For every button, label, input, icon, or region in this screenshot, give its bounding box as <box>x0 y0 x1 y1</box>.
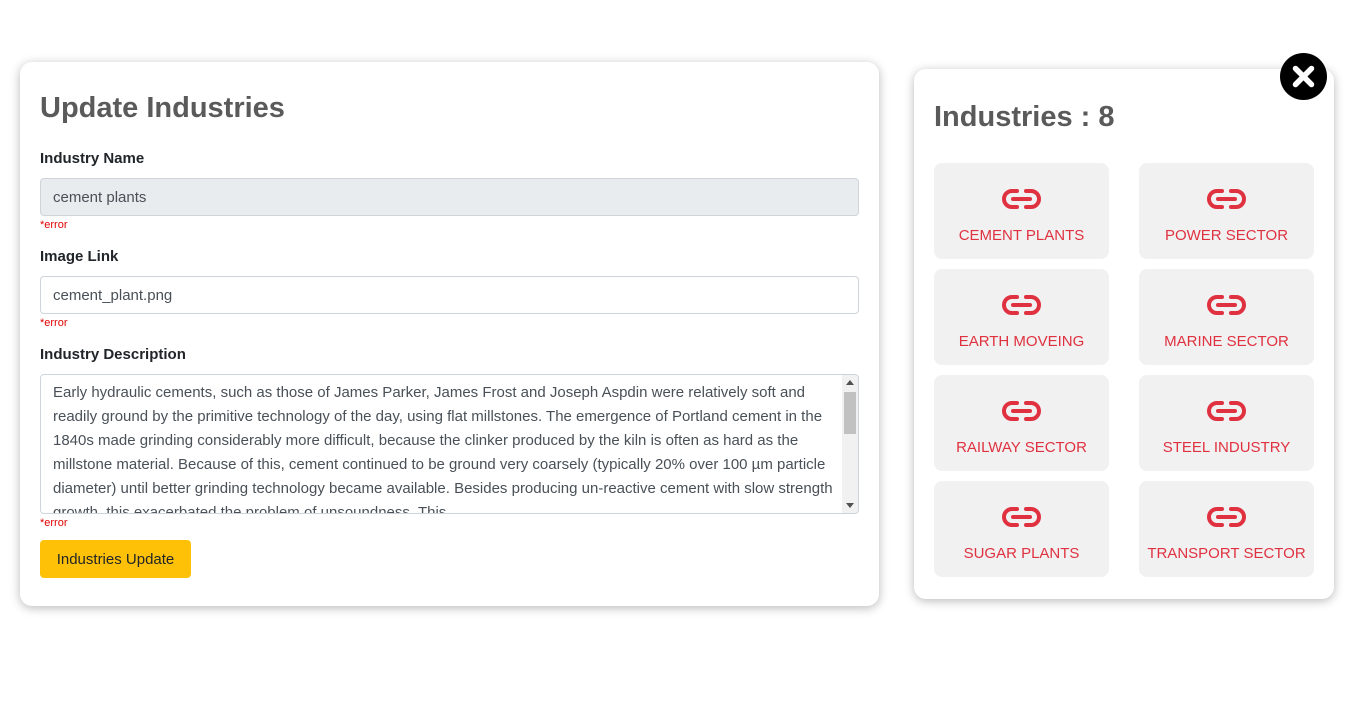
scroll-down-icon[interactable] <box>846 503 854 508</box>
industry-tile-sugar-plants[interactable]: SUGAR PLANTS <box>934 481 1109 577</box>
industry-description-field[interactable]: Early hydraulic cements, such as those o… <box>40 374 859 514</box>
form-title: Update Industries <box>40 92 285 124</box>
industries-count-heading: Industries : 8 <box>934 101 1115 133</box>
industry-name-field[interactable] <box>40 178 859 216</box>
industry-tile-cement-plants[interactable]: CEMENT PLANTS <box>934 163 1109 259</box>
industries-update-button[interactable]: Industries Update <box>40 540 191 578</box>
industry-tile-label: CEMENT PLANTS <box>958 227 1085 244</box>
link-icon <box>1207 189 1246 209</box>
industry-tile-railway-sector[interactable]: RAILWAY SECTOR <box>934 375 1109 471</box>
image-link-error: *error <box>40 317 68 329</box>
update-industry-form: Update Industries Industry Name *error I… <box>20 62 879 606</box>
industry-tile-label: TRANSPORT SECTOR <box>1147 545 1306 562</box>
industry-tile-label: STEEL INDUSTRY <box>1162 439 1291 456</box>
scroll-up-icon[interactable] <box>846 380 854 385</box>
industry-tile-label: MARINE SECTOR <box>1164 333 1289 350</box>
link-icon <box>1207 295 1246 315</box>
link-icon <box>1002 401 1041 421</box>
industry-tile-transport-sector[interactable]: TRANSPORT SECTOR <box>1139 481 1314 577</box>
industry-tile-marine-sector[interactable]: MARINE SECTOR <box>1139 269 1314 365</box>
industry-description-text: Early hydraulic cements, such as those o… <box>53 384 833 514</box>
link-icon <box>1002 189 1041 209</box>
industry-name-label: Industry Name <box>40 150 145 167</box>
industry-tile-steel-industry[interactable]: STEEL INDUSTRY <box>1139 375 1314 471</box>
industry-tile-power-sector[interactable]: POWER SECTOR <box>1139 163 1314 259</box>
industry-tile-label: POWER SECTOR <box>1164 227 1289 244</box>
industries-panel: Industries : 8 CEMENT PLANTS POWER SECTOR… <box>914 69 1334 599</box>
close-icon <box>1292 65 1315 88</box>
image-link-field[interactable] <box>40 276 859 314</box>
industry-tile-earth-moveing[interactable]: EARTH MOVEING <box>934 269 1109 365</box>
scroll-thumb[interactable] <box>844 392 856 434</box>
industry-name-error: *error <box>40 219 68 231</box>
industry-tile-label: EARTH MOVEING <box>958 333 1085 350</box>
link-icon <box>1002 507 1041 527</box>
industry-tile-label: RAILWAY SECTOR <box>956 439 1087 456</box>
industry-description-error: *error <box>40 517 68 529</box>
industry-description-label: Industry Description <box>40 346 186 363</box>
close-button[interactable] <box>1280 53 1327 100</box>
image-link-label: Image Link <box>40 248 119 265</box>
industry-tile-label: SUGAR PLANTS <box>963 545 1080 562</box>
description-scrollbar[interactable] <box>842 375 858 513</box>
link-icon <box>1002 295 1041 315</box>
link-icon <box>1207 507 1246 527</box>
link-icon <box>1207 401 1246 421</box>
